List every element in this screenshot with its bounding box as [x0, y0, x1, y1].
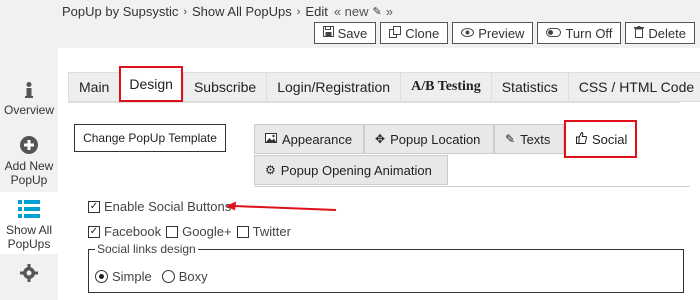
delete-label: Delete [648, 25, 686, 41]
design-radio-row: Simple Boxy [95, 269, 218, 284]
sidebar-item-settings[interactable] [0, 254, 58, 294]
facebook-checkbox[interactable]: ✓ [88, 225, 100, 238]
subtab-texts[interactable]: ✎ Texts [494, 124, 564, 154]
subtab-label: Popup Location [390, 131, 481, 147]
tab-design[interactable]: Design [119, 66, 183, 102]
tab-css-html-code[interactable]: CSS / HTML Code [567, 72, 700, 102]
enable-social-checkbox[interactable]: ✓ [88, 200, 100, 213]
gear-icon: ⚙ [265, 163, 276, 177]
info-icon [0, 82, 58, 101]
chevron-right-icon: › [183, 5, 188, 18]
save-label: Save [337, 25, 368, 41]
tabs-divider [68, 102, 680, 103]
subtab-social[interactable]: Social [564, 120, 637, 158]
breadcrumb: PopUp by Supsystic › Show All PopUps › E… [62, 4, 393, 19]
gear-icon [0, 264, 58, 285]
clone-button[interactable]: Clone [380, 22, 449, 44]
google-plus-label: Google+ [182, 224, 232, 239]
copy-icon [389, 25, 402, 41]
tab-ab-testing[interactable]: A/B Testing [400, 72, 491, 102]
toggle-icon [546, 26, 562, 40]
twitter-label: Twitter [252, 224, 291, 239]
annotation-arrow [226, 201, 337, 211]
breadcrumb-item-plugin[interactable]: PopUp by Supsystic [62, 4, 178, 19]
sidebar-item-show-all[interactable]: Show All PopUps [0, 192, 58, 254]
turn-off-label: Turn Off [565, 25, 613, 41]
simple-radio[interactable] [95, 270, 108, 283]
edit-icon: ✎ [505, 132, 516, 146]
social-links-design-legend: Social links design [95, 242, 198, 256]
breadcrumb-tail: » [385, 4, 393, 19]
tab-login-registration[interactable]: Login/Registration [266, 72, 401, 102]
turn-off-button[interactable]: Turn Off [537, 22, 622, 44]
sidebar-item-label: Show All PopUps [5, 223, 53, 251]
sidebar-item-label: Add New PopUp [4, 159, 54, 187]
google-plus-checkbox[interactable] [166, 225, 179, 238]
clone-label: Clone [405, 25, 440, 41]
preview-button[interactable]: Preview [452, 22, 534, 44]
thumbs-up-icon [576, 131, 588, 147]
social-links-design-group: Social links design Simple Boxy [88, 242, 684, 293]
twitter-checkbox[interactable] [236, 225, 249, 238]
move-arrows-icon: ✥ [375, 132, 386, 146]
boxy-label: Boxy [178, 269, 208, 284]
trash-icon [634, 25, 645, 41]
boxy-radio[interactable] [161, 270, 175, 283]
plus-circle-icon [0, 136, 58, 157]
tab-statistics[interactable]: Statistics [490, 72, 568, 102]
subtab-popup-location[interactable]: ✥ Popup Location [364, 124, 494, 154]
pencil-icon[interactable]: ✎ [373, 5, 382, 18]
subtab-appearance[interactable]: Appearance [254, 124, 364, 154]
social-networks-row: ✓ Facebook Google+ Twitter [88, 224, 296, 239]
tab-subscribe[interactable]: Subscribe [182, 72, 267, 102]
top-bar: PopUp by Supsystic › Show All PopUps › E… [0, 0, 700, 48]
eye-icon [461, 26, 475, 40]
subtabs-divider [254, 186, 690, 187]
save-button[interactable]: Save [313, 22, 377, 44]
sidebar-item-label: Overview [3, 103, 54, 117]
change-template-button[interactable]: Change PopUp Template [74, 124, 226, 152]
enable-social-label: Enable Social Buttons [104, 199, 232, 214]
subtab-label: Appearance [282, 131, 353, 147]
sidebar-item-add-new[interactable]: Add New PopUp [0, 126, 58, 192]
breadcrumb-item-edit: Edit [305, 4, 328, 19]
action-toolbar: Save Clone Preview Turn Off Delete [313, 22, 695, 44]
facebook-label: Facebook [104, 224, 162, 239]
tab-main[interactable]: Main [68, 72, 120, 102]
breadcrumb-item-show-all[interactable]: Show All PopUps [192, 4, 292, 19]
chevron-right-icon: › [296, 5, 301, 18]
sidebar: Overview Add New PopUp Show All PopUps [0, 48, 58, 300]
delete-button[interactable]: Delete [625, 22, 695, 44]
preview-label: Preview [478, 25, 525, 41]
image-icon [265, 132, 277, 146]
sidebar-item-overview[interactable]: Overview [0, 48, 58, 126]
subtab-popup-opening-animation[interactable]: ⚙ Popup Opening Animation [254, 155, 448, 185]
enable-social-row: ✓ Enable Social Buttons [88, 199, 236, 214]
subtab-label: Texts [520, 131, 551, 147]
simple-label: Simple [112, 269, 152, 284]
radio-selected-dot [99, 274, 104, 279]
design-sub-tabs: Appearance ✥ Popup Location ✎ Texts Soci… [254, 120, 690, 186]
subtab-label: Social [592, 131, 628, 147]
breadcrumb-current: « new [333, 4, 369, 19]
main-tabs: Main Design Subscribe Login/Registration… [68, 66, 700, 102]
subtab-label: Popup Opening Animation [280, 162, 432, 178]
floppy-icon [322, 26, 334, 40]
list-icon [0, 200, 58, 221]
